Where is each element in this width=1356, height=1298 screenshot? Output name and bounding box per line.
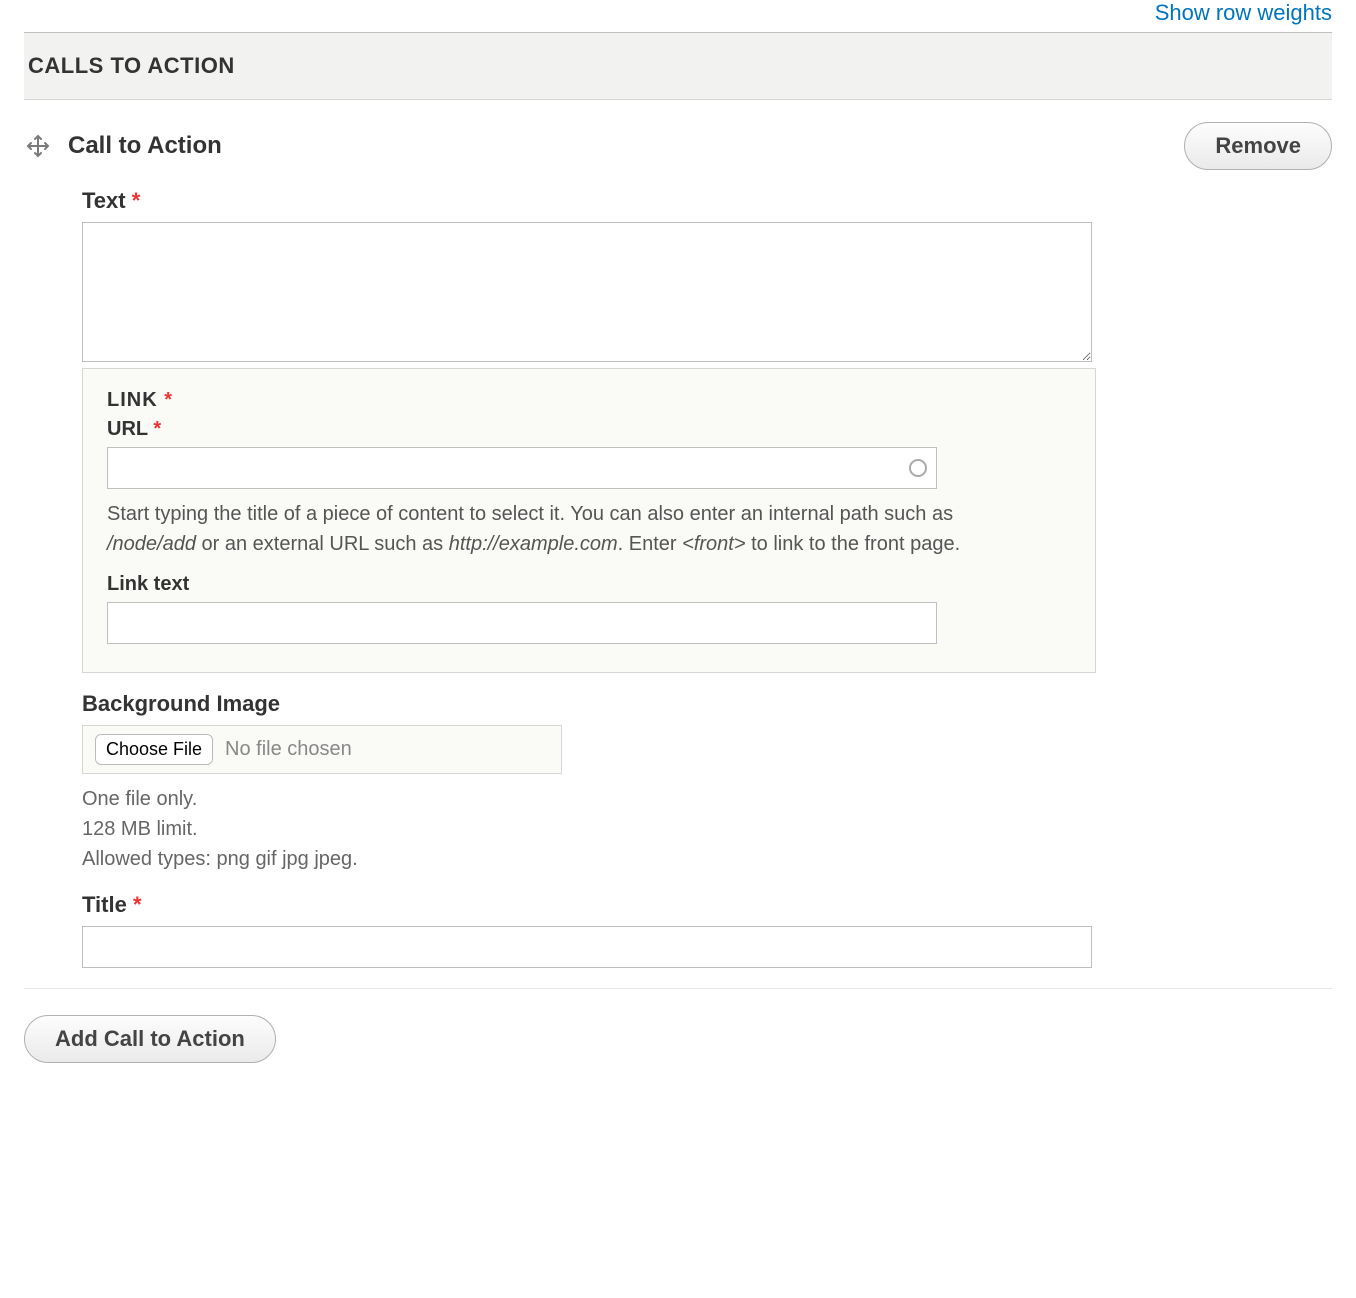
file-desc-one: One file only.	[82, 784, 1332, 814]
link-fieldset: LINK * URL * Start typing the title of a…	[82, 368, 1096, 673]
title-input[interactable]	[82, 926, 1092, 968]
url-help-enter: . Enter	[618, 533, 682, 555]
required-mark-icon: *	[153, 418, 161, 440]
item-heading: Call to Action	[68, 132, 222, 160]
url-help-text: Start typing the title of a piece of con…	[107, 499, 1047, 559]
url-help-pre: Start typing the title of a piece of con…	[107, 503, 953, 525]
required-mark-icon: *	[132, 188, 141, 213]
remove-button[interactable]: Remove	[1184, 122, 1332, 170]
required-mark-icon: *	[164, 389, 173, 411]
background-image-label: Background Image	[82, 691, 1332, 717]
url-input[interactable]	[107, 447, 937, 489]
url-help-path: /node/add	[107, 533, 196, 555]
text-label: Text *	[82, 188, 1332, 214]
autocomplete-throbber-icon	[909, 459, 927, 477]
url-label: URL *	[107, 418, 1071, 441]
link-text-input[interactable]	[107, 602, 937, 644]
link-legend: LINK *	[107, 389, 1071, 412]
text-textarea[interactable]	[82, 222, 1092, 362]
title-label: Title *	[82, 892, 1332, 918]
cta-item: Call to Action Remove Text * LINK * URL	[24, 100, 1332, 968]
url-help-front: <front>	[682, 533, 745, 555]
file-desc-types: Allowed types: png gif jpg jpeg.	[82, 844, 1332, 874]
file-description: One file only. 128 MB limit. Allowed typ…	[82, 784, 1332, 874]
url-help-url: http://example.com	[449, 533, 618, 555]
drag-handle-icon[interactable]	[24, 132, 52, 160]
show-row-weights-link[interactable]: Show row weights	[1155, 0, 1332, 25]
url-help-post: to link to the front page.	[746, 533, 961, 555]
required-mark-icon: *	[133, 892, 142, 917]
file-desc-limit: 128 MB limit.	[82, 814, 1332, 844]
url-help-mid: or an external URL such as	[196, 533, 449, 555]
calls-to-action-fieldset: CALLS TO ACTION	[24, 32, 1332, 1063]
file-status: No file chosen	[225, 738, 352, 761]
section-title: CALLS TO ACTION	[28, 53, 235, 78]
link-legend-text: LINK	[107, 389, 158, 411]
text-label-text: Text	[82, 188, 126, 213]
choose-file-button[interactable]: Choose File	[95, 734, 213, 765]
section-header: CALLS TO ACTION	[24, 33, 1332, 100]
divider	[24, 988, 1332, 989]
add-call-to-action-button[interactable]: Add Call to Action	[24, 1015, 276, 1063]
url-label-text: URL	[107, 418, 148, 440]
title-label-text: Title	[82, 892, 127, 917]
link-text-label: Link text	[107, 573, 1071, 596]
file-upload-widget: Choose File No file chosen	[82, 725, 562, 774]
